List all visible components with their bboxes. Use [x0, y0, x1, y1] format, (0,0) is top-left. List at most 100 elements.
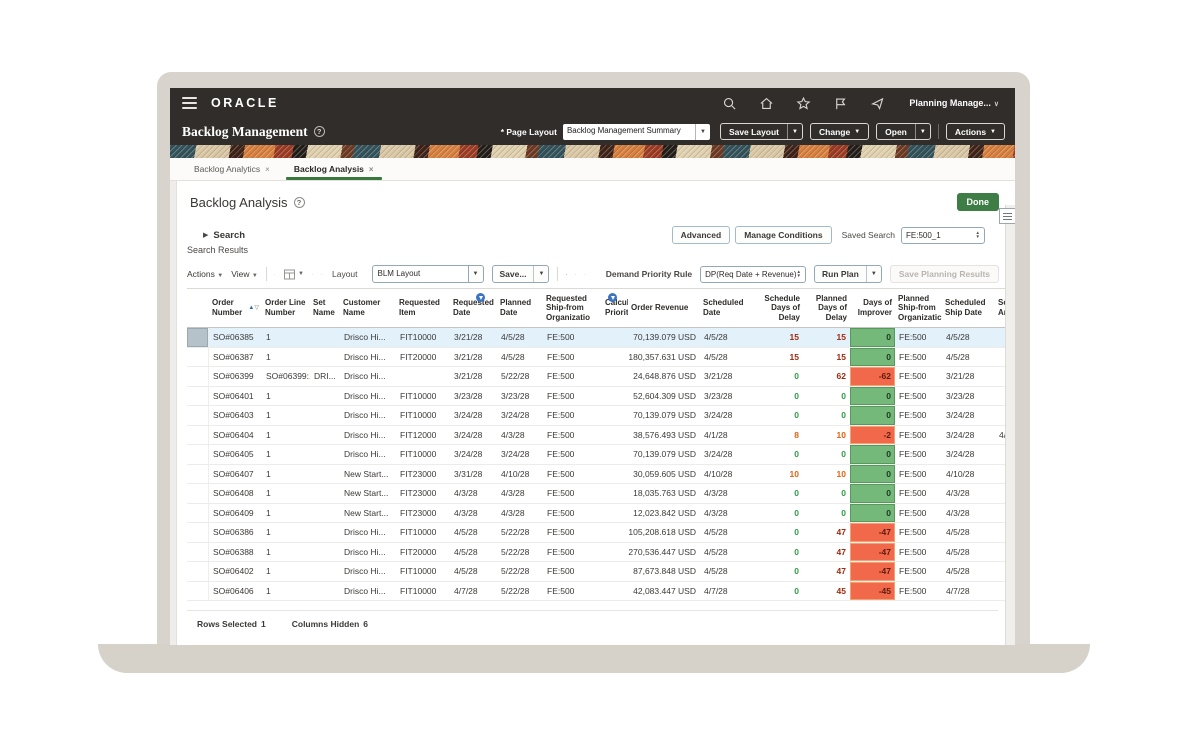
- cell-requested-item[interactable]: FIT23000: [396, 484, 450, 503]
- cell-customer-name[interactable]: Drisco Hi...: [340, 582, 396, 601]
- cell-schedule-days-of-delay[interactable]: 0: [752, 406, 803, 425]
- cell-scheduled-ship-date[interactable]: 3/24/28: [942, 445, 995, 464]
- header-row-selector[interactable]: [187, 289, 209, 327]
- cell-customer-name[interactable]: Drisco Hi...: [340, 406, 396, 425]
- table-row[interactable]: SO#06407 1 New Start... FIT23000 3/31/28…: [187, 465, 1005, 485]
- cell-set-name[interactable]: [310, 445, 340, 464]
- cell-requested-item[interactable]: FIT20000: [396, 543, 450, 562]
- close-icon[interactable]: ×: [369, 165, 374, 174]
- cell-order-line-number[interactable]: 1: [262, 543, 310, 562]
- home-icon[interactable]: [759, 96, 774, 111]
- cell-scheduled-ship-date[interactable]: 4/7/28: [942, 582, 995, 601]
- cell-calculated-priority[interactable]: [602, 465, 628, 484]
- header-order-line-number[interactable]: Order Line Number: [262, 289, 310, 327]
- demand-priority-rule-select[interactable]: DP(Req Date + Revenue) ▲▼: [700, 266, 806, 283]
- user-menu[interactable]: Planning Manage...∨: [909, 98, 999, 108]
- cell-scheduled-arrival[interactable]: [995, 504, 1005, 523]
- cell-requested-ship-from-org[interactable]: FE:500: [543, 484, 602, 503]
- cell-schedule-days-of-delay[interactable]: 0: [752, 445, 803, 464]
- layout-select[interactable]: BLM Layout ▼: [372, 265, 484, 283]
- cell-order-revenue[interactable]: 70,139.079 USD: [628, 328, 700, 347]
- header-requested-ship-from-org[interactable]: Requested Ship-from Organizatio: [543, 289, 602, 327]
- cell-order-revenue[interactable]: 70,139.079 USD: [628, 445, 700, 464]
- cell-days-of-improvement[interactable]: -45: [850, 582, 895, 601]
- grid-actions-menu[interactable]: Actions ▼: [187, 269, 223, 279]
- cell-planned-days-of-delay[interactable]: 0: [803, 445, 850, 464]
- close-icon[interactable]: ×: [265, 165, 270, 174]
- row-selector-cell[interactable]: [187, 484, 209, 503]
- header-days-of-improvement[interactable]: Days of Improver: [850, 289, 895, 327]
- row-selector-cell[interactable]: [187, 348, 209, 367]
- cell-planned-date[interactable]: 4/5/28: [497, 328, 543, 347]
- tab-backlog-analytics[interactable]: Backlog Analytics×: [184, 160, 280, 180]
- cell-scheduled-arrival[interactable]: [995, 523, 1005, 542]
- cell-planned-date[interactable]: 4/3/28: [497, 504, 543, 523]
- row-selector-cell[interactable]: [187, 445, 209, 464]
- cell-requested-date[interactable]: 4/3/28: [450, 504, 497, 523]
- cell-planned-date[interactable]: 4/3/28: [497, 484, 543, 503]
- cell-customer-name[interactable]: New Start...: [340, 504, 396, 523]
- row-selector-cell[interactable]: [187, 426, 209, 445]
- cell-order-number[interactable]: SO#06385: [209, 328, 262, 347]
- export-table-icon[interactable]: [566, 268, 567, 281]
- cell-schedule-days-of-delay[interactable]: 15: [752, 328, 803, 347]
- page-layout-dropdown-icon[interactable]: ▼: [695, 124, 710, 140]
- side-panel-icon[interactable]: [999, 208, 1015, 224]
- table-row[interactable]: SO#06386 1 Drisco Hi... FIT10000 4/5/28 …: [187, 523, 1005, 543]
- header-set-name[interactable]: Set Name: [310, 289, 340, 327]
- cell-set-name[interactable]: [310, 484, 340, 503]
- edit-pencil-icon[interactable]: [274, 268, 275, 281]
- cell-scheduled-ship-date[interactable]: 4/5/28: [942, 543, 995, 562]
- cell-days-of-improvement[interactable]: 0: [850, 328, 895, 347]
- cell-calculated-priority[interactable]: [602, 328, 628, 347]
- cell-planned-ship-from-org[interactable]: FE:500: [895, 562, 942, 581]
- cell-calculated-priority[interactable]: [602, 348, 628, 367]
- cell-scheduled-arrival[interactable]: [995, 445, 1005, 464]
- highlight-marker-icon[interactable]: [321, 268, 322, 281]
- cell-set-name[interactable]: [310, 465, 340, 484]
- cell-days-of-improvement[interactable]: 0: [850, 406, 895, 425]
- cell-planned-days-of-delay[interactable]: 15: [803, 328, 850, 347]
- watchlist-flag-icon[interactable]: [833, 96, 848, 111]
- cell-planned-ship-from-org[interactable]: FE:500: [895, 504, 942, 523]
- cell-calculated-priority[interactable]: [602, 523, 628, 542]
- cell-calculated-priority[interactable]: [602, 367, 628, 386]
- cell-requested-date[interactable]: 4/5/28: [450, 562, 497, 581]
- cell-planned-days-of-delay[interactable]: 47: [803, 562, 850, 581]
- table-row[interactable]: SO#06401 1 Drisco Hi... FIT10000 3/23/28…: [187, 387, 1005, 407]
- cell-scheduled-arrival[interactable]: [995, 562, 1005, 581]
- header-planned-date[interactable]: Planned Date: [497, 289, 543, 327]
- cell-order-line-number[interactable]: SO#06399:...: [262, 367, 310, 386]
- cell-scheduled-date[interactable]: 4/5/28: [700, 562, 752, 581]
- cell-customer-name[interactable]: Drisco Hi...: [340, 523, 396, 542]
- cell-planned-ship-from-org[interactable]: FE:500: [895, 582, 942, 601]
- cell-planned-ship-from-org[interactable]: FE:500: [895, 543, 942, 562]
- cell-order-revenue[interactable]: 270,536.447 USD: [628, 543, 700, 562]
- cell-planned-ship-from-org[interactable]: FE:500: [895, 523, 942, 542]
- cell-scheduled-arrival[interactable]: [995, 406, 1005, 425]
- cell-planned-date[interactable]: 3/24/28: [497, 445, 543, 464]
- header-order-number[interactable]: Order Number▲▽: [209, 289, 262, 327]
- cell-requested-ship-from-org[interactable]: FE:500: [543, 328, 602, 347]
- table-row[interactable]: SO#06409 1 New Start... FIT23000 4/3/28 …: [187, 504, 1005, 524]
- cell-customer-name[interactable]: Drisco Hi...: [340, 367, 396, 386]
- cell-order-number[interactable]: SO#06406: [209, 582, 262, 601]
- page-layout-select[interactable]: Backlog Management Summary ▼: [563, 124, 710, 140]
- cell-planned-days-of-delay[interactable]: 15: [803, 348, 850, 367]
- table-row[interactable]: SO#06404 1 Drisco Hi... FIT12000 3/24/28…: [187, 426, 1005, 446]
- cell-scheduled-date[interactable]: 4/1/28: [700, 426, 752, 445]
- cell-planned-ship-from-org[interactable]: FE:500: [895, 387, 942, 406]
- cell-set-name[interactable]: [310, 348, 340, 367]
- cell-set-name[interactable]: [310, 426, 340, 445]
- cell-planned-date[interactable]: 4/3/28: [497, 426, 543, 445]
- cell-scheduled-arrival[interactable]: [995, 387, 1005, 406]
- cell-planned-days-of-delay[interactable]: 62: [803, 367, 850, 386]
- cell-order-number[interactable]: SO#06403: [209, 406, 262, 425]
- cell-scheduled-arrival[interactable]: [995, 348, 1005, 367]
- cell-order-revenue[interactable]: 24,648.876 USD: [628, 367, 700, 386]
- table-row[interactable]: SO#06399 SO#06399:... DRI... Drisco Hi..…: [187, 367, 1005, 387]
- header-scheduled-ship-date[interactable]: Scheduled Ship Date: [942, 289, 995, 327]
- cell-order-number[interactable]: SO#06402: [209, 562, 262, 581]
- cell-calculated-priority[interactable]: [602, 426, 628, 445]
- cell-order-line-number[interactable]: 1: [262, 562, 310, 581]
